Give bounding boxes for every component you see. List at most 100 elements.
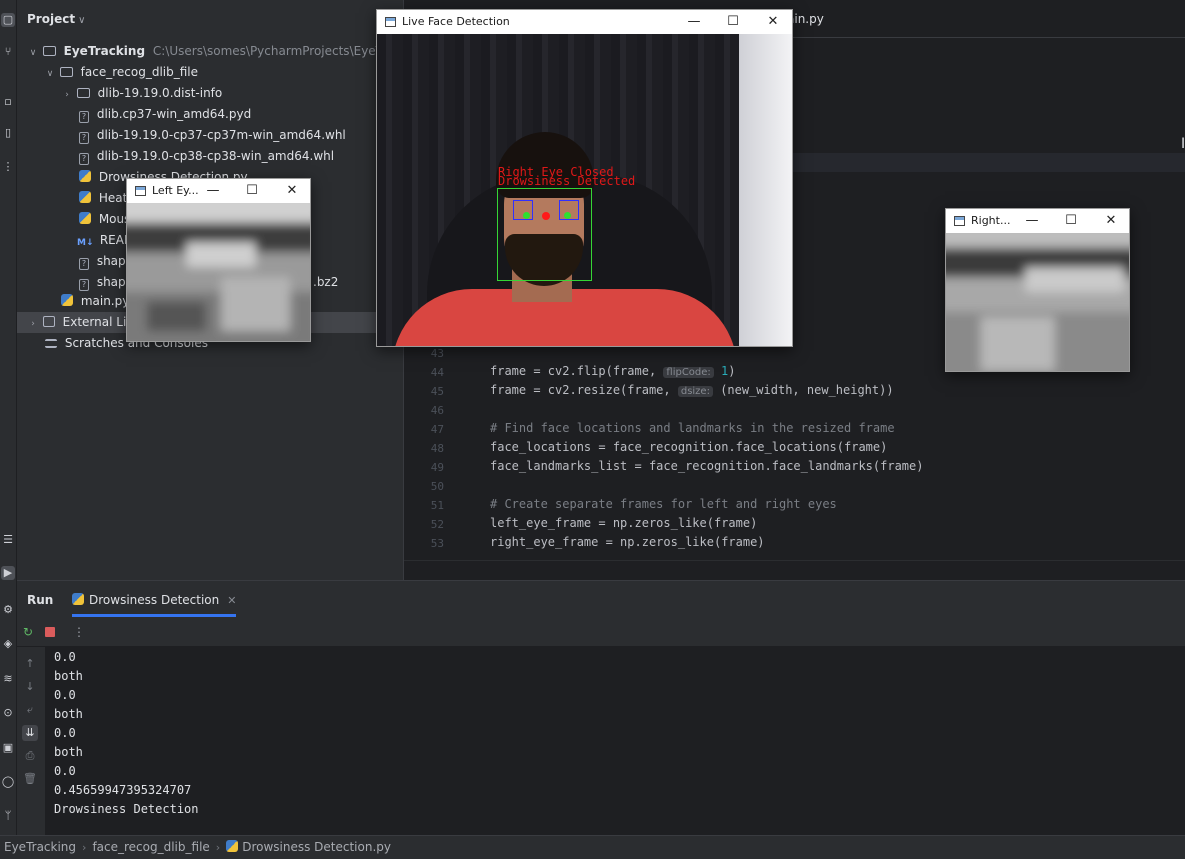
left-eye-landmark [523,212,530,219]
close-icon[interactable]: ✕ [1101,212,1121,229]
tree-item-root[interactable]: ∨ EyeTracking C:\Users\somes\PycharmProj… [17,41,418,64]
app-icon [135,186,146,196]
services-tool-icon[interactable]: ⚙ [1,603,15,617]
python-file-icon [226,840,239,852]
breadcrumb-project[interactable]: EyeTracking [4,840,76,854]
layers-tool-icon[interactable]: ≋ [1,672,15,686]
more-tools-icon[interactable]: ⋮ [1,160,15,174]
breadcrumb-folder[interactable]: face_recog_dlib_file [92,840,209,854]
live-face-detection-window[interactable]: Live Face Detection — ☐ ✕ Right Eye Clos… [376,9,793,347]
window-titlebar[interactable]: Live Face Detection — ☐ ✕ [377,10,792,34]
horizontal-scrollbar[interactable] [404,560,1185,580]
print-icon[interactable]: ⎙ [22,748,38,764]
code-text: (new_width, new_height)) [720,383,894,397]
code-line[interactable]: frame = cv2.flip(frame, flipCode: 1) [490,364,736,378]
todo-tool-icon[interactable]: ☰ [1,533,15,547]
chevron-right-icon: › [215,841,221,854]
python-packages-icon[interactable]: ◈ [1,637,15,651]
arrow-up-icon[interactable]: ↑ [22,656,38,672]
tree-item-folder[interactable]: ∨ face_recog_dlib_file [17,62,403,83]
console-output[interactable]: 0.0 both 0.0 both 0.0 both 0.0 0.45659947395324… [54,648,199,819]
python-file-icon [79,212,91,224]
close-icon[interactable]: ✕ [763,13,783,30]
unknown-file-icon: ? [79,132,89,144]
close-icon[interactable]: ✕ [227,594,236,607]
git-tool-icon[interactable]: ᛘ [1,809,15,823]
run-tool-icon[interactable]: ▶ [1,566,15,580]
unknown-file-icon: ? [79,153,89,165]
line-number: 49 [430,461,444,474]
close-icon[interactable]: ✕ [282,182,302,199]
tree-item-file[interactable]: ? dlib.cp37-win_amd64.pyd [17,104,403,125]
python-console-icon[interactable]: ◯ [1,775,15,789]
minimize-icon[interactable]: — [1022,212,1042,229]
more-options-icon[interactable]: ⋮ [73,626,85,638]
tool-window-strip: ▢ ⑂ ▫ ▯ ⋮ ☰ ▶ ⚙ ◈ ≋ ⊙ ▣ ◯ ᛘ [0,0,17,835]
code-text: ) [728,364,736,378]
chevron-right-icon[interactable]: › [61,85,73,106]
tree-item-label: dlib-19.19.0-cp37-cp37m-win_amd64.whl [96,128,346,142]
run-tab-label: Drowsiness Detection [89,593,220,607]
unknown-file-icon: ? [79,258,89,270]
tree-item-label: face_recog_dlib_file [80,65,199,79]
console-line: 0.0 [54,688,76,702]
chevron-down-icon[interactable]: ∨ [78,15,85,26]
arrow-down-icon[interactable]: ↓ [22,679,38,695]
window-titlebar[interactable]: Right... — ☐ ✕ [946,209,1129,233]
nose-landmark [542,212,550,220]
maximize-icon[interactable]: ☐ [1061,212,1081,229]
code-line[interactable]: left_eye_frame = np.zeros_like(frame) [490,516,757,530]
soft-wrap-icon[interactable]: ⤶ [22,702,38,718]
project-tool-icon[interactable]: ▢ [1,13,15,27]
project-panel-header[interactable]: Project ∨ [27,12,85,26]
code-line[interactable]: face_landmarks_list = face_recognition.f… [490,459,923,473]
code-text: frame = cv2.resize(frame, [490,383,678,397]
run-tab-drowsiness[interactable]: Drowsiness Detection ✕ [72,593,236,607]
scroll-to-end-icon[interactable]: ⇊ [22,725,38,741]
chevron-right-icon[interactable]: › [27,314,39,335]
trash-icon[interactable]: 🗑 [22,771,38,787]
right-eye-frame [946,233,1129,371]
run-toolbar: ↻ ⋮ [17,617,1185,647]
run-side-toolbar: ↑ ↓ ⤶ ⇊ ⎙ 🗑 [17,647,45,836]
app-icon [385,17,396,27]
code-comment[interactable]: # Find face locations and landmarks in t… [490,421,895,435]
maximize-icon[interactable]: ☐ [242,182,262,199]
minimize-icon[interactable]: — [684,13,704,30]
tree-item-file[interactable]: ? dlib-19.19.0-cp37-cp37m-win_amd64.whl [17,125,403,146]
minimize-icon[interactable]: — [203,182,223,199]
overlay-drowsiness: Drowsiness Detected [498,174,636,188]
maximize-icon[interactable]: ☐ [723,13,743,30]
folder-icon [59,67,73,77]
commit-tool-icon[interactable]: ⑂ [1,45,15,59]
structure-tool-icon[interactable]: ▫ [1,95,15,109]
project-panel-title: Project [27,12,76,26]
line-number: 48 [430,442,444,455]
bookmarks-tool-icon[interactable]: ▯ [1,126,15,140]
rerun-icon[interactable]: ↻ [22,626,34,638]
left-eye-window[interactable]: Left Ey... — ☐ ✕ [126,178,311,342]
stop-icon[interactable] [45,627,55,637]
terminal-tool-icon[interactable]: ▣ [1,741,15,755]
chevron-down-icon[interactable]: ∨ [44,64,56,85]
window-titlebar[interactable]: Left Ey... — ☐ ✕ [127,179,310,203]
code-line[interactable]: frame = cv2.resize(frame, dsize: (new_wi… [490,383,894,397]
breadcrumb-file[interactable]: Drowsiness Detection.py [242,840,391,854]
tree-item-file[interactable]: ? dlib-19.19.0-cp38-cp38-win_amd64.whl [17,146,403,167]
python-file-icon [79,170,91,182]
chevron-down-icon[interactable]: ∨ [27,43,39,64]
tree-item-folder[interactable]: › dlib-19.19.0.dist-info [17,83,403,104]
right-eye-window[interactable]: Right... — ☐ ✕ [945,208,1130,372]
problems-tool-icon[interactable]: ⊙ [1,706,15,720]
tree-item-suffix: .bz2 [313,275,339,289]
window-title: Left Ey... [152,184,199,197]
code-line[interactable]: right_eye_frame = np.zeros_like(frame) [490,535,765,549]
line-number: 50 [430,480,444,493]
code-comment[interactable]: # Create separate frames for left and ri… [490,497,837,511]
tree-item-label: EyeTracking [63,44,146,58]
tree-item-label: dlib-19.19.0.dist-info [97,86,223,100]
left-eye-image [127,203,310,341]
code-line[interactable]: face_locations = face_recognition.face_l… [490,440,887,454]
line-number: 52 [430,518,444,531]
line-number: 53 [430,537,444,550]
